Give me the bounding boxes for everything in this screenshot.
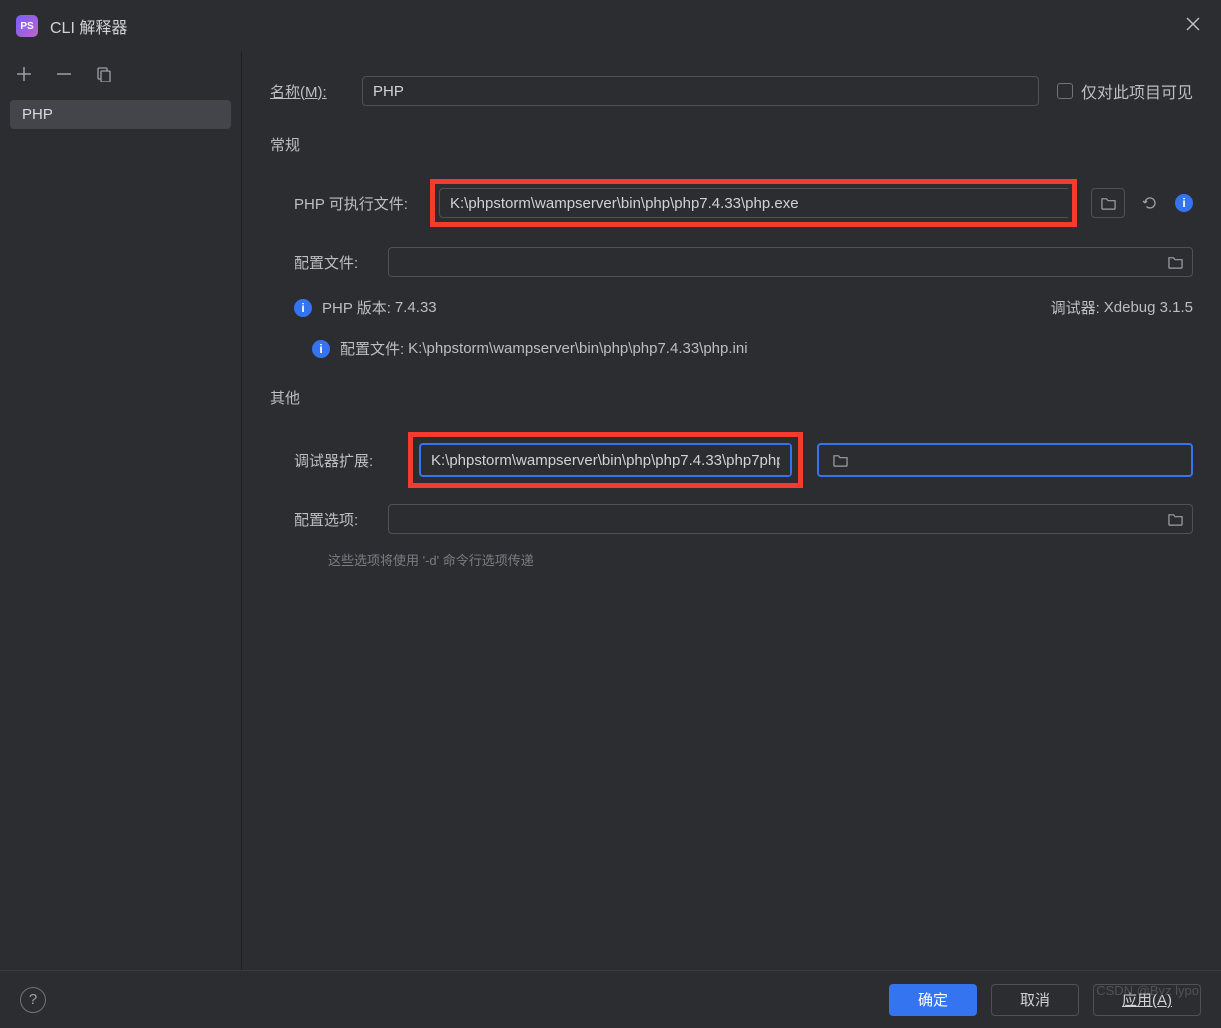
debugger-ext-label: 调试器扩展: — [294, 450, 394, 471]
config-ini-row: i 配置文件: K:\phpstorm\wampserver\bin\php\p… — [294, 338, 1193, 359]
section-general: 常规 — [270, 134, 1193, 155]
debugger-ext-row: 调试器扩展: — [294, 432, 1193, 488]
sidebar: PHP — [0, 52, 242, 970]
config-ini-value: K:\phpstorm\wampserver\bin\php\php7.4.33… — [408, 340, 747, 357]
php-version-value: 7.4.33 — [395, 299, 437, 316]
php-version-label: PHP 版本: — [322, 297, 391, 318]
window-title: CLI 解释器 — [50, 14, 127, 38]
info-icon: i — [312, 340, 330, 358]
php-exe-label: PHP 可执行文件: — [294, 193, 416, 214]
config-options-label: 配置选项: — [294, 509, 374, 530]
info-icon: i — [294, 299, 312, 317]
debugger-label: 调试器: — [1051, 297, 1100, 318]
browse-exe-button[interactable] — [1091, 188, 1125, 218]
version-row: i PHP 版本: 7.4.33 调试器: Xdebug 3.1.5 — [294, 297, 1193, 318]
checkbox-icon[interactable] — [1057, 83, 1073, 99]
footer: ? 确定 取消 应用(A) — [0, 970, 1221, 1028]
section-other: 其他 — [270, 387, 1193, 408]
cancel-button[interactable]: 取消 — [991, 984, 1079, 1016]
ok-button[interactable]: 确定 — [889, 984, 977, 1016]
php-exe-input[interactable] — [439, 188, 1068, 218]
add-icon[interactable] — [16, 66, 32, 82]
name-row: 名称(M): 仅对此项目可见 — [270, 76, 1193, 106]
close-icon[interactable] — [1185, 16, 1205, 36]
debugger-ext-input[interactable] — [421, 445, 790, 475]
main: 名称(M): 仅对此项目可见 常规 PHP 可执行文件: — [242, 52, 1221, 970]
highlight-box-exe — [430, 179, 1077, 227]
browse-config-file-button[interactable] — [1159, 247, 1193, 277]
php-exe-row: PHP 可执行文件: i — [294, 179, 1193, 227]
name-input[interactable] — [362, 76, 1039, 106]
remove-icon[interactable] — [56, 66, 72, 82]
copy-icon[interactable] — [96, 66, 112, 82]
content: PHP 名称(M): 仅对此项目可见 常规 PHP 可执行文件: — [0, 52, 1221, 970]
app-icon: PS — [16, 15, 38, 37]
name-label: 名称(M): — [270, 81, 348, 102]
reload-icon[interactable] — [1139, 192, 1161, 214]
visible-only-checkbox[interactable]: 仅对此项目可见 — [1057, 79, 1193, 103]
info-icon[interactable]: i — [1175, 194, 1193, 212]
sidebar-toolbar — [10, 66, 231, 100]
config-hint: 这些选项将使用 '-d' 命令行选项传递 — [294, 550, 1193, 569]
config-options-row: 配置选项: — [294, 504, 1193, 534]
debugger-value: Xdebug 3.1.5 — [1104, 299, 1193, 316]
titlebar: PS CLI 解释器 — [0, 0, 1221, 52]
config-file-label: 配置文件: — [294, 252, 374, 273]
help-icon[interactable]: ? — [20, 987, 46, 1013]
config-file-row: 配置文件: — [294, 247, 1193, 277]
config-ini-label: 配置文件: — [340, 338, 404, 359]
browse-config-options-button[interactable] — [1159, 504, 1193, 534]
browse-debugger-ext-button[interactable] — [819, 444, 863, 476]
apply-button[interactable]: 应用(A) — [1093, 984, 1201, 1016]
visible-only-label: 仅对此项目可见 — [1081, 79, 1193, 103]
config-file-input[interactable] — [388, 247, 1159, 277]
sidebar-item-php[interactable]: PHP — [10, 100, 231, 129]
sidebar-item-label: PHP — [22, 106, 53, 123]
config-options-input[interactable] — [388, 504, 1159, 534]
